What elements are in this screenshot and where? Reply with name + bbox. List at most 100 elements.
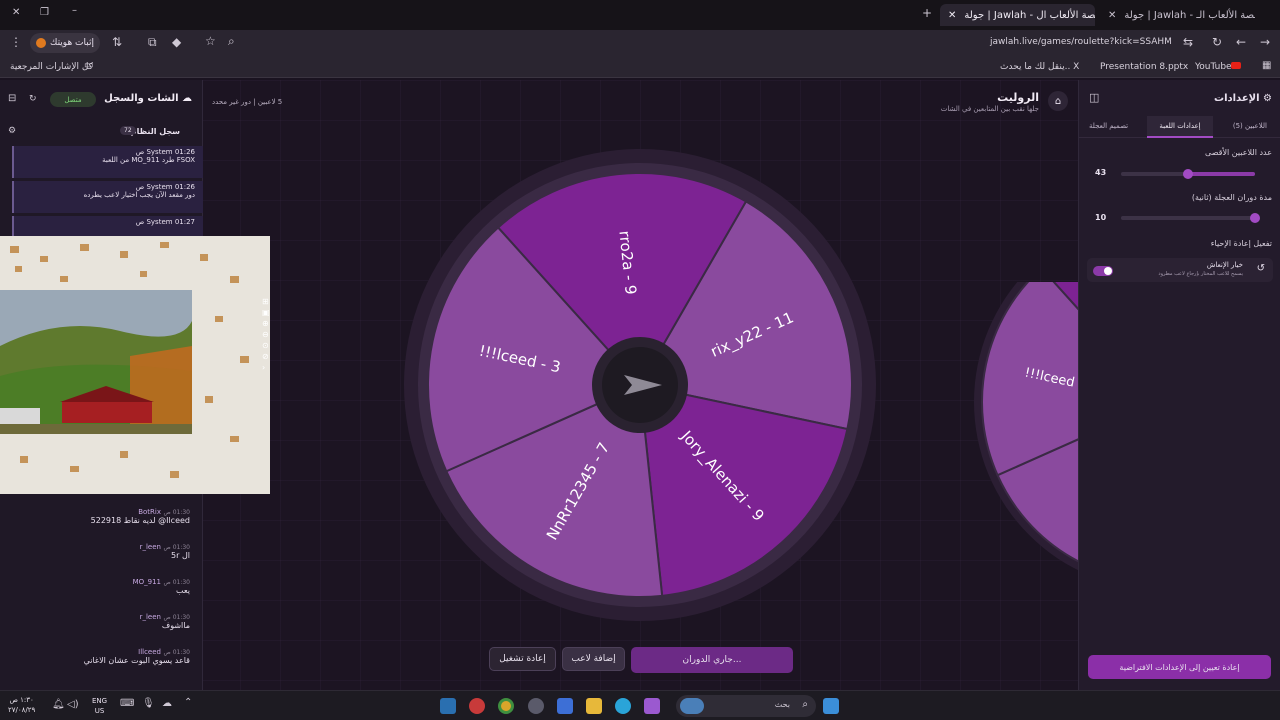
back-icon[interactable]: → [1260,35,1270,49]
tab-players[interactable]: اللاعبين (5) [1233,122,1267,130]
steam-icon[interactable] [440,698,456,714]
tab-game-settings[interactable]: إعدادات اللعبة [1147,116,1213,138]
profile-button[interactable]: إثبات هويتك [30,33,100,53]
extension-puzzle-icon[interactable]: ◆ [172,35,181,49]
refresh-icon[interactable]: ↻ [29,94,37,104]
language-indicator[interactable]: ENG US [92,696,107,716]
file-explorer-icon[interactable] [586,698,602,714]
collapse-settings-icon[interactable]: ◫ [1089,91,1099,104]
chat-icon: ☁ [178,93,192,104]
max-players-slider[interactable] [1121,169,1255,179]
revive-option-desc: يسمح للاعب المختار بإرجاع لاعب مطرود [1158,271,1243,277]
minimize-icon[interactable]: – [72,5,77,16]
search-highlight-icon [680,698,704,714]
bookmark-youtube[interactable]: YouTube [1195,62,1232,72]
add-player-button[interactable]: إضافة لاعب [562,647,625,671]
toggle-knob [1104,267,1112,275]
puzzle-toolbar[interactable]: ⊞ ▣ ⊕ ⊖ ⊙ ⊘ › [262,296,270,373]
settings-panel: ⚙ الإعدادات ◫ اللاعبين (5) إعدادات اللعب… [1078,80,1280,690]
microphone-icon[interactable]: 🎙︎ [142,698,155,709]
collapse-panel-icon[interactable]: ⊟ [8,93,16,104]
puzzle-picture [0,242,249,478]
forward-icon[interactable]: ← [1236,35,1246,49]
tab-close-icon[interactable]: ✕ [1108,10,1116,21]
list-item: System 01:26 ص دور مقعد الآن يجب اختيار … [12,181,203,213]
keyboard-icon[interactable]: ⌨ [120,698,134,709]
roulette-wheel: rix_y22 - 11Jory_Alenazi - 9NnRr12345 - … [404,149,876,621]
revive-option-title: خيار الإنعاش [1206,261,1243,269]
spin-duration-slider[interactable] [1121,213,1260,223]
slider-knob[interactable] [1183,169,1193,179]
volume-icon[interactable]: ◁) [67,699,79,710]
zoom-icon[interactable]: ⌕ [228,34,235,49]
chat-message: 01:30 ص r_leen مااشوف [139,613,190,630]
bookmark-x[interactable]: ينقل لك ما يحدث.. X [1000,62,1079,72]
tab-wheel-design[interactable]: تصميم العجلة [1089,122,1128,130]
chevron-up-icon[interactable]: ⌃ [184,697,192,708]
revive-toggle[interactable] [1093,266,1113,276]
notification-icon[interactable]: 🔔︎ [52,699,65,710]
settings-title: ⚙ الإعدادات [1214,93,1272,104]
home-button[interactable]: ⌂ [1048,91,1068,111]
chat-message: 01:30 ص MO_911 يعب [132,578,190,595]
reload-icon[interactable]: ↻ [1212,35,1222,49]
slider-knob[interactable] [1250,213,1260,223]
puzzle-overlay-image: ⊞ ▣ ⊕ ⊖ ⊙ ⊘ › [0,236,270,494]
players-count: 5 لاعبين [257,98,283,106]
revive-option: خيار الإنعاش يسمح للاعب المختار بإرجاع ل… [1087,258,1273,282]
tab-title: جولة | Jawlah - منصة الألعاب ال [964,9,1095,21]
edge-icon[interactable] [615,698,631,714]
search-icon: ⌕ [802,699,808,710]
mode-label: دور غير محدد [212,98,252,106]
windows-start-icon[interactable] [823,698,839,714]
page-subtitle: جلها نقب بين المتابعين في الشات [940,105,1039,113]
maximize-icon[interactable]: ❐ [40,7,49,18]
new-tab-icon[interactable]: + [922,6,932,20]
slider-fill [1188,172,1255,176]
status-badge: متصل [50,92,96,107]
home-icon: ⌂ [1054,95,1062,107]
spin-duration-value: 10 [1095,213,1107,222]
reset-defaults-button[interactable]: إعادة تعيين إلى الإعدادات الافتراضية [1088,655,1271,679]
clock: ١:٣٠ ص ٢٧/٠٨/٢٩ [8,696,36,714]
chat-title: ☁ الشات والسجل [104,93,192,104]
tab-title: جولة | Jawlah - منصة الألعاب الـ [1124,9,1255,21]
address-bar[interactable]: jawlah.live/games/roulette?kick=SSAHM [990,37,1172,47]
chrome-icon[interactable] [498,698,514,714]
page-title: الروليت [997,91,1039,104]
revive-icon: ↺ [1256,263,1265,274]
extensions-icon[interactable]: ⧉ [148,35,157,50]
list-item: System 01:27 ص [12,216,203,238]
max-players-label: عدد اللاعبين الأقصى [1205,148,1272,157]
log-count: 72 [120,126,136,135]
copilot-icon[interactable] [644,698,660,714]
bookmark-presentation[interactable]: Presentation 8.pptx [1100,62,1188,72]
profile-avatar-icon [36,38,46,48]
settings-app-icon[interactable] [528,698,544,714]
log-toggle-icon[interactable]: ⚙ [8,126,16,136]
log-title: سجل النظام [130,127,180,136]
cloud-icon[interactable]: ☁ [162,698,172,709]
grid-apps-icon[interactable]: ▦ [1262,60,1271,71]
site-settings-icon[interactable]: ⇆ [1183,35,1193,49]
chat-message: 01:30 ص r_leen ال 5r [139,543,190,560]
tab-close-icon[interactable]: ✕ [948,10,956,21]
close-window-icon[interactable]: ✕ [12,7,20,18]
bookmark-star-icon[interactable]: ☆ [205,34,216,48]
menu-dots-icon[interactable]: ⋮ [10,35,22,49]
tab-inactive[interactable]: ✕ جولة | Jawlah - منصة الألعاب الـ [1100,4,1255,26]
store-icon[interactable] [557,698,573,714]
revive-label: تفعيل إعادة الإحياء [1210,239,1272,248]
restart-button[interactable]: إعادة تشغيل [489,647,556,671]
spin-button[interactable]: جاري الدوران... [631,647,793,673]
youtube-icon [1231,62,1241,69]
all-bookmarks[interactable]: كل الإشارات المرجعية [10,62,93,72]
bookmarks-bar: كل الإشارات المرجعية ▭ YouTube Presentat… [0,56,1280,78]
spin-duration-label: مدة دوران العجلة (ثانية) [1191,193,1272,202]
taskbar-search[interactable]: بحث ⌕ [676,695,816,717]
tab-active[interactable]: ✕ جولة | Jawlah - منصة الألعاب ال [940,4,1095,26]
os-taskbar: ١:٣٠ ص ٢٧/٠٨/٢٩ 🔔︎ ◁) ENG US ⌨ 🎙︎ ☁ ⌃ بح… [0,690,1280,720]
app-icon-red[interactable] [469,698,485,714]
downloads-icon[interactable]: ⇅ [112,35,122,49]
chat-message: 01:30 ص Illceed قاعد يسوي البوت عشان الا… [83,648,190,665]
